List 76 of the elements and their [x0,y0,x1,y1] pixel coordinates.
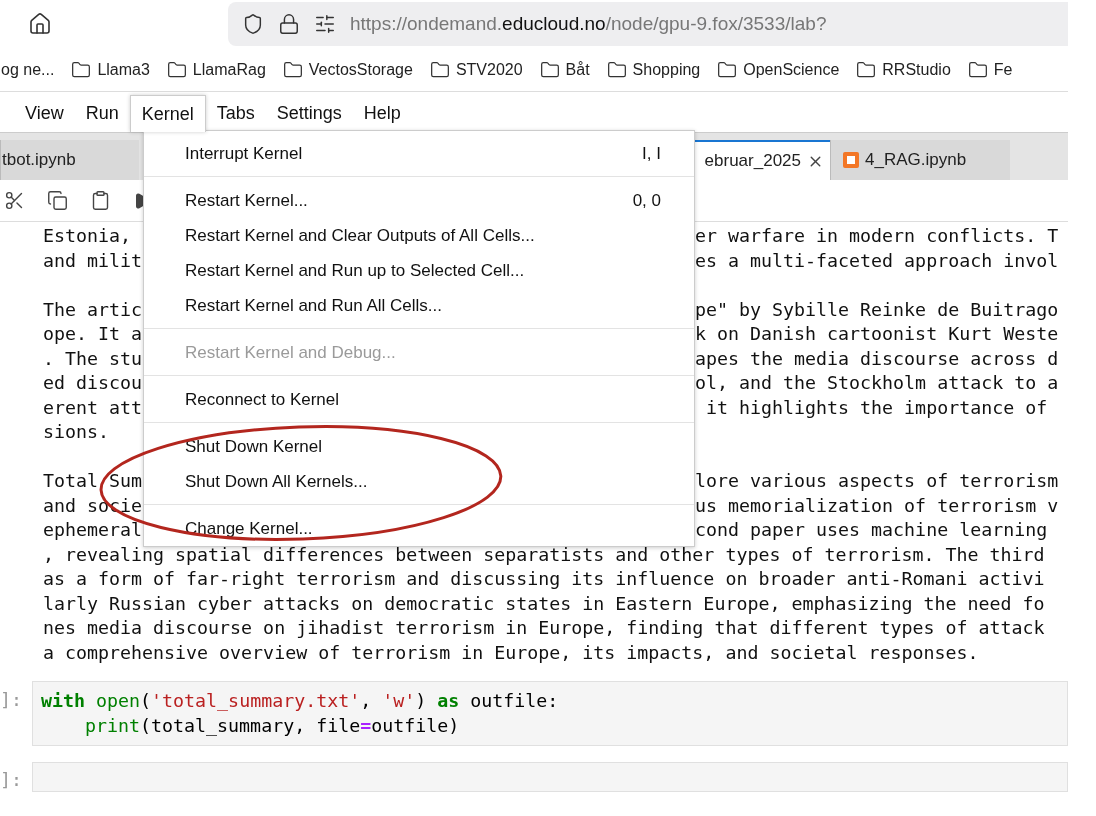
menu-bar-item[interactable]: Kernel [129,95,206,132]
notebook-icon [843,152,859,168]
menu-item[interactable]: Shut Down All Kernels... [144,464,694,499]
output-text: as a form of far-right terrorism and discussing its influence on broader anti-Romani activi [43,568,1045,589]
output-text: us memorialization of terrorism v [695,493,1059,518]
shield-icon [242,13,264,35]
lock-icon [278,13,300,35]
menu-item[interactable]: Restart Kernel and Run up to Selected Cell... [144,253,694,288]
output-text: sions. [43,421,110,442]
menu-item[interactable]: Reconnect to Kernel [144,382,694,417]
cut-icon[interactable] [4,190,25,211]
output-text: ed discou [43,372,143,393]
menu-bar-item[interactable]: Help [352,95,412,132]
address-bar[interactable]: https://ondemand.educloud.no/node/gpu-9.fox/3533/lab? [228,2,1068,46]
bookmark[interactable]: og ne... [1,57,55,82]
menu-item[interactable]: Restart Kernel and Clear Outputs of All Cells... [144,218,694,253]
paste-icon[interactable] [90,190,111,211]
output-text: er warfare in modern conflicts. T [695,224,1059,248]
output-text: and milit [43,249,143,271]
bookmark[interactable]: Llama3 [71,57,150,82]
output-text: erent att [43,396,143,418]
menu-item[interactable]: Shut Down Kernel [144,429,694,464]
cell-prompt: ]: [0,688,23,712]
folder-icon [429,59,450,80]
output-text: es a multi-faceted approach invol [695,248,1059,273]
menu-bar-item[interactable]: Tabs [205,95,266,132]
bookmark[interactable]: Shopping [606,57,701,82]
menu-item[interactable]: Restart Kernel and Run All Cells... [144,288,694,323]
menu-item[interactable]: Change Kernel... [144,511,694,546]
output-text: it highlights the importance of [705,395,1048,420]
folder-icon [967,59,988,80]
output-text: cond paper uses machine learning [695,518,1048,542]
folder-icon [539,59,560,80]
folder-icon [282,59,303,80]
output-text: ol, and the Stockholm attack to a [695,371,1059,395]
output-text: Estonia, [43,225,132,246]
notebook-tab[interactable]: tbot.ipynb [0,140,139,180]
bookmark[interactable]: Fe [967,57,1013,82]
home-icon[interactable] [28,12,52,36]
output-text: nes media discourse on jihadist terrorism in Europe, finding that different types of attack [43,617,1045,638]
notebook-tab[interactable]: 4_RAG.ipynb [830,140,1010,180]
code-line: print(total_summary, file=outfile) [84,713,461,738]
output-text: Total Sum [43,470,143,491]
output-text: , revealing spatial differences between separatists and other types of terrorism. The third [43,543,1045,565]
output-text: . The stu [43,347,143,369]
bookmark[interactable]: OpenScience [717,57,840,82]
folder-icon [606,59,627,80]
copy-icon[interactable] [47,190,68,211]
code-cell[interactable]: with open('total_summary.txt', 'w') as outfile: print(total_summary, file=outfile) [32,681,1068,746]
output-text: a comprehensive overview of terrorism in Europe, its impacts, and societal responses. [43,641,979,663]
cell-prompt: ]: [0,768,23,792]
output-text: ephemeral [43,519,143,540]
code-line: with open('total_summary.txt', 'w') as outfile: [41,689,560,713]
menu-bar-item[interactable]: View [14,95,75,132]
folder-icon [166,59,187,80]
code-cell[interactable] [32,762,1068,792]
output-text: apes the media discourse across d [695,346,1059,371]
menu-item[interactable]: Restart Kernel... 0, 0 [144,183,694,218]
menu-bar-item[interactable]: Settings [265,95,353,132]
bookmark[interactable]: Båt [539,57,590,82]
folder-icon [71,59,92,80]
bookmark[interactable]: RRStudio [856,57,951,82]
output-text: ope. It a [43,323,143,344]
output-text: pe" by Sybille Reinke de Buitrago [695,297,1059,322]
url-text: https://ondemand.educloud.no/node/gpu-9.fox/3533/lab? [350,11,827,36]
output-text: larly Russian cyber attacks on democratic states in Eastern Europe, emphasizing the need fo [43,592,1045,614]
permissions-icon [314,13,336,35]
bookmark[interactable]: LlamaRag [166,57,266,82]
menu-bar-item[interactable]: Run [74,95,130,132]
output-text: The artic [43,298,143,320]
output-text: lore various aspects of terrorism [695,469,1059,493]
output-text: k on Danish cartoonist Kurt Weste [695,322,1059,346]
bookmark[interactable]: STV2020 [429,57,523,82]
bookmark[interactable]: VectosStorage [282,57,413,82]
folder-icon [717,59,738,80]
folder-icon [856,59,877,80]
